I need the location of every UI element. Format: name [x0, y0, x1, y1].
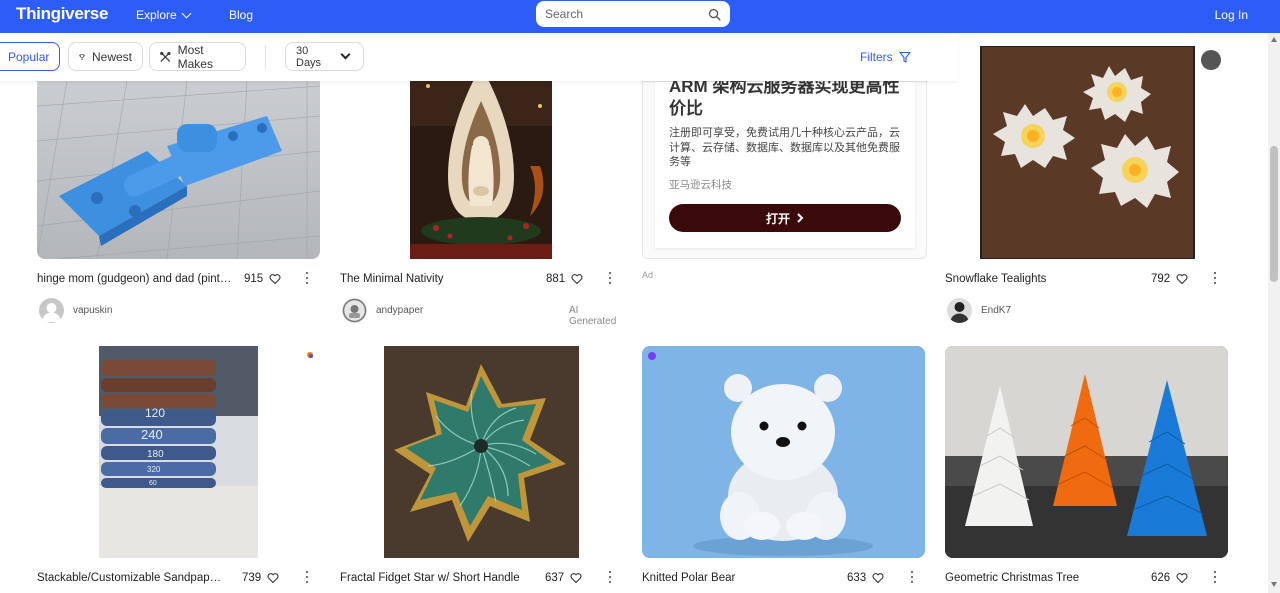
- most-makes-label: Most Makes: [177, 42, 213, 71]
- ad-body: 注册即可享受，免费试用几十种核心云产品，云计算、云存储、数据库、数据库以及其他免…: [669, 127, 900, 168]
- like-count[interactable]: 792: [1151, 273, 1188, 285]
- sandpaper-label-320: 320: [147, 465, 161, 474]
- avatar[interactable]: [39, 298, 64, 323]
- like-count-value: 626: [1151, 572, 1171, 584]
- thing-title[interactable]: The Minimal Nativity: [340, 273, 535, 285]
- sandpaper-label-60: 60: [149, 480, 157, 487]
- explore-menu[interactable]: Explore: [136, 8, 192, 22]
- filters-button[interactable]: Filters: [860, 50, 911, 64]
- search-input[interactable]: Search: [536, 1, 730, 27]
- like-count-value: 739: [242, 572, 262, 584]
- more-options-icon[interactable]: [608, 272, 612, 284]
- blog-link[interactable]: Blog: [229, 8, 253, 22]
- advertisement[interactable]: ARM 架构云服务器实现更高性价比 注册即可享受，免费试用几十种核心云产品，云计…: [642, 77, 927, 259]
- sandpaper-label-120: 120: [145, 406, 165, 420]
- thing-title[interactable]: Snowflake Tealights: [945, 273, 1140, 285]
- ad-open-label: 打开: [765, 211, 790, 226]
- like-count-value: 792: [1151, 273, 1171, 285]
- search-placeholder: Search: [545, 7, 584, 21]
- explore-label: Explore: [136, 8, 177, 22]
- ad-panel[interactable]: ARM 架构云服务器实现更高性价比 注册即可享受，免费试用几十种核心云产品，云计…: [655, 77, 915, 248]
- period-value: 30 Days: [296, 44, 322, 69]
- thing-image[interactable]: 120 240 180 320 60: [37, 346, 320, 558]
- filter-funnel-icon: [899, 51, 911, 63]
- like-count[interactable]: 881: [546, 273, 583, 285]
- scrollbar-thumb[interactable]: [1270, 146, 1278, 282]
- more-options-icon[interactable]: [608, 571, 612, 583]
- thing-image[interactable]: [945, 46, 1228, 259]
- popular-filter-button[interactable]: Popular: [0, 42, 60, 71]
- heart-icon[interactable]: [267, 572, 279, 584]
- more-options-icon[interactable]: [1213, 272, 1217, 284]
- like-count[interactable]: 626: [1151, 572, 1188, 584]
- like-count-value: 881: [546, 273, 566, 285]
- more-options-icon[interactable]: [1213, 571, 1217, 583]
- newest-filter-button[interactable]: Newest: [68, 42, 143, 71]
- author[interactable]: EndK7: [947, 298, 1011, 323]
- thing-title[interactable]: Geometric Christmas Tree: [945, 572, 1140, 584]
- like-count[interactable]: 633: [847, 572, 884, 584]
- sandpaper-label-240: 240: [141, 427, 163, 442]
- ad-open-button[interactable]: 打开: [669, 204, 901, 232]
- ai-generated-tag: AI Generated: [569, 305, 617, 327]
- thing-title[interactable]: hinge mom (gudgeon) and dad (pintle): [37, 273, 232, 285]
- heart-icon[interactable]: [571, 273, 583, 285]
- thing-title[interactable]: Knitted Polar Bear: [642, 572, 837, 584]
- like-count[interactable]: 739: [242, 572, 279, 584]
- top-navbar: Thingiverse Explore Blog Search Log In: [0, 0, 1280, 33]
- login-link[interactable]: Log In: [1215, 8, 1248, 22]
- period-select[interactable]: 30 Days: [285, 42, 364, 71]
- author-name[interactable]: andypaper: [376, 305, 423, 316]
- chevron-right-icon: [797, 213, 804, 223]
- ad-brand: 亚马逊云科技: [669, 179, 732, 191]
- sandpaper-label-180: 180: [147, 449, 164, 460]
- ad-headline: ARM 架构云服务器实现更高性价比: [669, 77, 900, 118]
- page: Thingiverse Explore Blog Search Log In P…: [0, 0, 1280, 593]
- most-makes-filter-button[interactable]: Most Makes: [149, 42, 246, 71]
- thing-image[interactable]: [945, 346, 1228, 558]
- heart-icon[interactable]: [269, 273, 281, 285]
- trophy-icon: [79, 53, 85, 60]
- like-count-value: 633: [847, 572, 867, 584]
- scroll-down-arrow-icon[interactable]: [1271, 582, 1277, 587]
- scrollbar-track[interactable]: [1268, 33, 1280, 593]
- more-options-icon[interactable]: [305, 571, 309, 583]
- ad-label: Ad: [642, 270, 654, 280]
- more-options-icon[interactable]: [910, 571, 914, 583]
- heart-icon[interactable]: [1176, 273, 1188, 285]
- filters-label: Filters: [860, 50, 893, 64]
- search-icon[interactable]: [708, 8, 721, 21]
- heart-icon[interactable]: [1176, 572, 1188, 584]
- filter-divider: [265, 45, 266, 69]
- like-count[interactable]: 915: [244, 273, 281, 285]
- chevron-down-icon: [340, 49, 351, 60]
- author-name[interactable]: EndK7: [981, 305, 1011, 316]
- more-options-icon[interactable]: [305, 272, 309, 284]
- thing-title[interactable]: Fractal Fidget Star w/ Short Handle: [340, 572, 535, 584]
- thingiverse-logo[interactable]: Thingiverse: [16, 4, 108, 24]
- newest-label: Newest: [91, 49, 132, 64]
- author[interactable]: andypaper: [342, 298, 423, 323]
- avatar[interactable]: [342, 298, 367, 323]
- chevron-down-icon: [181, 8, 192, 18]
- like-count-value: 637: [545, 572, 565, 584]
- scroll-up-arrow-icon[interactable]: [1271, 37, 1277, 42]
- author-name[interactable]: vapuskin: [73, 305, 112, 316]
- author[interactable]: vapuskin: [39, 298, 112, 323]
- heart-icon[interactable]: [570, 572, 582, 584]
- tools-icon: [160, 51, 171, 62]
- thing-image[interactable]: [340, 346, 623, 558]
- heart-icon[interactable]: [872, 572, 884, 584]
- thing-image[interactable]: [642, 346, 925, 558]
- like-count-value: 915: [244, 273, 264, 285]
- popular-label: Popular: [8, 49, 50, 64]
- avatar[interactable]: [947, 298, 972, 323]
- like-count[interactable]: 637: [545, 572, 582, 584]
- filter-bar: Popular Newest Most Makes 30 Days Filter…: [0, 33, 958, 81]
- thing-title[interactable]: Stackable/Customizable Sandpaper...: [37, 572, 225, 584]
